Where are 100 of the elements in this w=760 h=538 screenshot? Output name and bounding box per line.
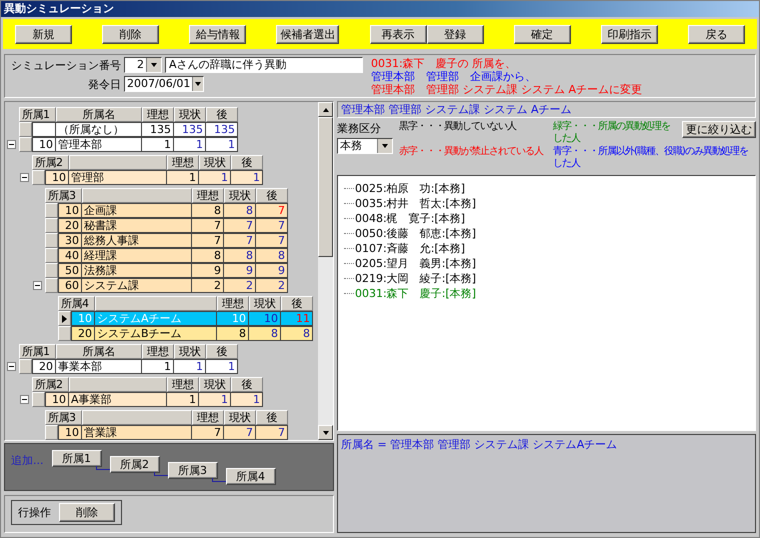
toolbar-button[interactable]: 登録 <box>426 24 484 44</box>
column-header: 現状 <box>199 155 231 170</box>
column-header: 現状 <box>174 107 206 122</box>
employee-item[interactable]: 0205:望月 義男:[本務] <box>355 256 476 271</box>
message-line: 管理本部 管理部 企画課から、 <box>371 70 537 83</box>
table-cell: システム課 <box>82 278 192 293</box>
employee-item[interactable]: 0031:森下 慶子:[本務] <box>355 286 476 301</box>
table-cell: 7 <box>224 425 256 440</box>
table-cell: （所属なし） <box>56 122 142 137</box>
table-cell: 9 <box>256 263 288 278</box>
table-cell: 60 <box>58 278 82 293</box>
employee-item[interactable]: 0219:大岡 綾子:[本務] <box>355 271 476 286</box>
level-label: 所属2 <box>32 377 69 392</box>
table-cell: 1 <box>174 137 206 152</box>
column-header: 理想 <box>167 377 199 392</box>
name-field[interactable]: Aさんの辞職に伴う異動 <box>165 57 363 73</box>
table-cell: 7 <box>192 233 224 248</box>
table-cell: 8 <box>249 326 281 341</box>
toolbar-button[interactable]: 確定 <box>514 24 571 44</box>
field-label: シミュレーション番号 <box>10 58 121 72</box>
add-level-button[interactable]: 所属4 <box>226 468 276 485</box>
column-header: 理想 <box>167 155 199 170</box>
toolbar-button[interactable]: 再表示 <box>370 24 427 44</box>
level-label: 所属4 <box>58 296 95 311</box>
employee-item[interactable]: 0035:村井 哲太:[本務] <box>355 196 476 211</box>
table-cell: 8 <box>224 248 256 263</box>
toolbar-button[interactable]: 候補者選出 <box>276 24 340 44</box>
filter-button[interactable]: 更に絞り込む <box>682 121 756 138</box>
group-label: 行操作 <box>18 505 51 520</box>
level-label: 所属3 <box>45 188 82 203</box>
column-header: 後 <box>206 107 238 122</box>
table-cell: 135 <box>206 122 238 137</box>
table-cell: 法務課 <box>82 263 192 278</box>
date-dropdown[interactable]: 2007/06/01 <box>124 76 204 92</box>
table-cell: 8 <box>192 248 224 263</box>
table-cell: A事業部 <box>69 392 167 407</box>
toolbar-button[interactable]: 給与情報 <box>189 24 246 44</box>
table-cell: 10 <box>217 311 249 326</box>
employee-item[interactable]: 0050:後藤 郁恵:[本務] <box>355 226 476 241</box>
column-header: 所属名 <box>56 344 142 359</box>
table-cell: 2 <box>192 278 224 293</box>
add-level-button[interactable]: 所属3 <box>168 462 218 479</box>
table-cell: 経理課 <box>82 248 192 263</box>
table-cell: 1 <box>167 392 199 407</box>
field-label: 業務区分 <box>337 121 382 136</box>
employee-item[interactable]: 0107:斉藤 允:[本務] <box>355 241 465 256</box>
level-label: 所属1 <box>19 107 56 122</box>
table-cell: 10 <box>45 392 69 407</box>
toolbar-button[interactable]: 新規 <box>15 24 72 44</box>
table-cell: 10 <box>58 425 82 440</box>
table-cell: 8 <box>217 326 249 341</box>
column-header: 理想 <box>192 188 224 203</box>
toolbar-button[interactable]: 戻る <box>688 24 745 44</box>
column-header: 現状 <box>249 296 281 311</box>
table-cell: 1 <box>142 359 174 374</box>
number-dropdown[interactable]: 2 <box>124 57 162 73</box>
table-cell: 135 <box>174 122 206 137</box>
table-cell: 11 <box>281 311 313 326</box>
legend-text: 緑字・・・所属の異動処理をした人 <box>553 121 671 145</box>
table-cell: 2 <box>224 278 256 293</box>
employee-item[interactable]: 0048:梶 寛子:[本務] <box>355 211 465 226</box>
table-cell: 2 <box>256 278 288 293</box>
column-header: 後 <box>206 344 238 359</box>
legend-text: 黒字・・・異動していない人 <box>399 121 518 134</box>
add-level-button[interactable]: 所属1 <box>52 450 102 467</box>
add-level-button[interactable]: 所属2 <box>110 456 160 473</box>
window-title: 異動シミュレーション <box>1 1 759 17</box>
column-header: 後 <box>231 377 263 392</box>
duty-dropdown[interactable]: 本務 <box>337 138 393 154</box>
table-cell: 8 <box>192 203 224 218</box>
table-cell: 10 <box>45 170 69 185</box>
column-header: 後 <box>256 410 288 425</box>
level-label: 所属2 <box>32 155 69 170</box>
table-cell: 20 <box>32 359 56 374</box>
legend-text: 青字・・・所属以外(職種、役職)のみ異動処理をした人 <box>553 146 749 170</box>
table-cell: 10 <box>249 311 281 326</box>
table-cell: 8 <box>281 326 313 341</box>
table-cell: 1 <box>174 359 206 374</box>
message-line: 管理本部 管理部 システム課 システム Aチームに変更 <box>371 83 642 96</box>
table-cell: 10 <box>71 311 95 326</box>
table-cell: 50 <box>58 263 82 278</box>
path-display: 管理本部 管理部 システム課 システム Aチーム <box>337 101 756 118</box>
toolbar-button[interactable]: 印刷指示 <box>600 24 658 44</box>
table-cell: 20 <box>58 218 82 233</box>
legend-text: 赤字・・・異動が禁止されている人 <box>399 146 544 159</box>
table-cell: 1 <box>231 392 263 407</box>
toolbar-button[interactable]: 削除 <box>102 24 160 44</box>
table-cell: 企画課 <box>82 203 192 218</box>
table-cell: システムAチーム <box>95 311 217 326</box>
table-cell: 9 <box>192 263 224 278</box>
table-cell: 7 <box>224 218 256 233</box>
message-line: 0031:森下 慶子の 所属を、 <box>371 57 518 70</box>
delete-button[interactable]: 削除 <box>59 503 115 522</box>
info-text: 所属名 = 管理本部 管理部 システム課 システムAチーム <box>341 438 618 451</box>
table-cell: 7 <box>256 203 288 218</box>
employee-item[interactable]: 0025:柏原 功:[本務] <box>355 181 465 196</box>
table-cell: 7 <box>256 425 288 440</box>
table-cell: 7 <box>256 233 288 248</box>
table-cell: 7 <box>192 425 224 440</box>
table-cell: 事業本部 <box>56 359 142 374</box>
